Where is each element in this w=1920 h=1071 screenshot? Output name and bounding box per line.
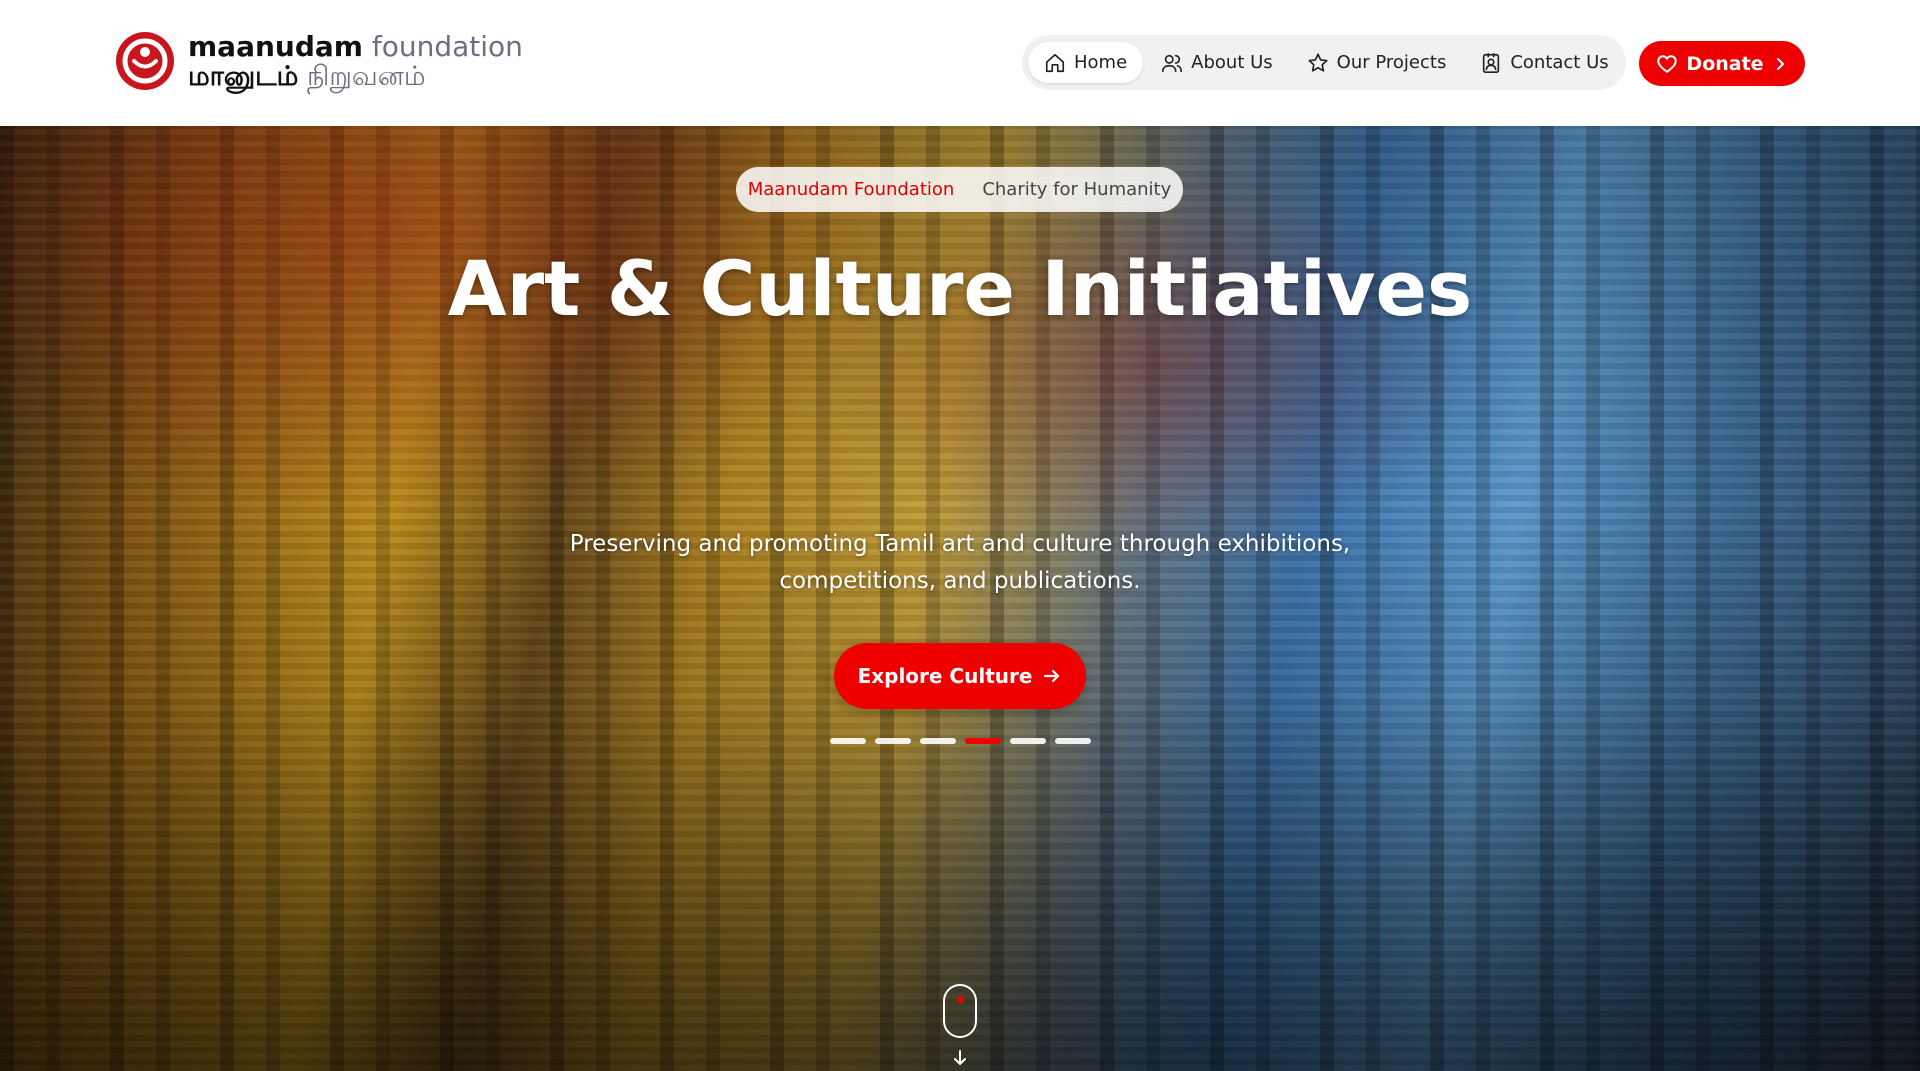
nav-item-label: About Us	[1191, 52, 1273, 73]
slide-dot[interactable]	[920, 738, 956, 744]
scroll-indicator-mouse-icon[interactable]	[943, 984, 977, 1038]
arrow-down-icon	[954, 1050, 966, 1065]
logo-wordmark: maanudam foundation மானுடம் நிறுவனம்	[188, 29, 523, 92]
slide-dot[interactable]	[1010, 738, 1046, 744]
site-header: maanudam foundation மானுடம் நிறுவனம் Hom…	[0, 0, 1920, 126]
maanudam-logo-icon	[116, 32, 174, 90]
star-icon	[1308, 52, 1328, 72]
slide-dot[interactable]	[1055, 738, 1091, 744]
nav-item-label: Our Projects	[1336, 52, 1447, 73]
nav-item-label: Contact Us	[1510, 52, 1609, 73]
chevron-right-icon	[1776, 57, 1784, 70]
scroll-wheel-dot	[957, 996, 964, 1003]
logo-suffix-en: foundation	[371, 29, 523, 63]
hero-section: Maanudam Foundation Charity for Humanity…	[0, 126, 1920, 1071]
users-icon	[1162, 54, 1183, 72]
logo-suffix-ta: நிறுவனம்	[306, 60, 426, 92]
slide-dot[interactable]	[875, 738, 911, 744]
logo-name-en: maanudam	[188, 29, 363, 63]
main-nav: Home About Us Our Projects Contact Us	[1022, 35, 1626, 90]
pill-foundation-name: Maanudam Foundation	[747, 179, 955, 200]
donate-button[interactable]: Donate	[1639, 41, 1805, 86]
home-icon	[1045, 53, 1065, 72]
nav-item-contact[interactable]: Contact Us	[1464, 42, 1624, 83]
pill-tagline: Charity for Humanity	[982, 179, 1172, 200]
logo-name-ta: மானுடம்	[188, 60, 299, 92]
contact-icon	[1483, 52, 1500, 73]
slide-dot-active[interactable]	[965, 738, 1001, 744]
arrow-right-icon	[1044, 669, 1060, 683]
hero-title: Art & Culture Initiatives	[447, 244, 1473, 333]
donate-label: Donate	[1686, 52, 1764, 75]
hero-tagline-pill: Maanudam Foundation Charity for Humanity	[736, 167, 1183, 212]
explore-culture-button[interactable]: Explore Culture	[834, 643, 1086, 709]
heart-icon	[1657, 54, 1678, 73]
site-logo[interactable]: maanudam foundation மானுடம் நிறுவனம்	[114, 30, 523, 92]
slide-dot[interactable]	[830, 738, 866, 744]
hero-subtitle: Preserving and promoting Tamil art and c…	[569, 531, 1351, 594]
nav-item-label: Home	[1074, 52, 1128, 73]
nav-item-projects[interactable]: Our Projects	[1291, 42, 1463, 83]
nav-item-about[interactable]: About Us	[1145, 42, 1289, 83]
slide-indicators	[830, 738, 1100, 744]
nav-item-home[interactable]: Home	[1028, 42, 1144, 83]
explore-label: Explore Culture	[857, 664, 1033, 688]
